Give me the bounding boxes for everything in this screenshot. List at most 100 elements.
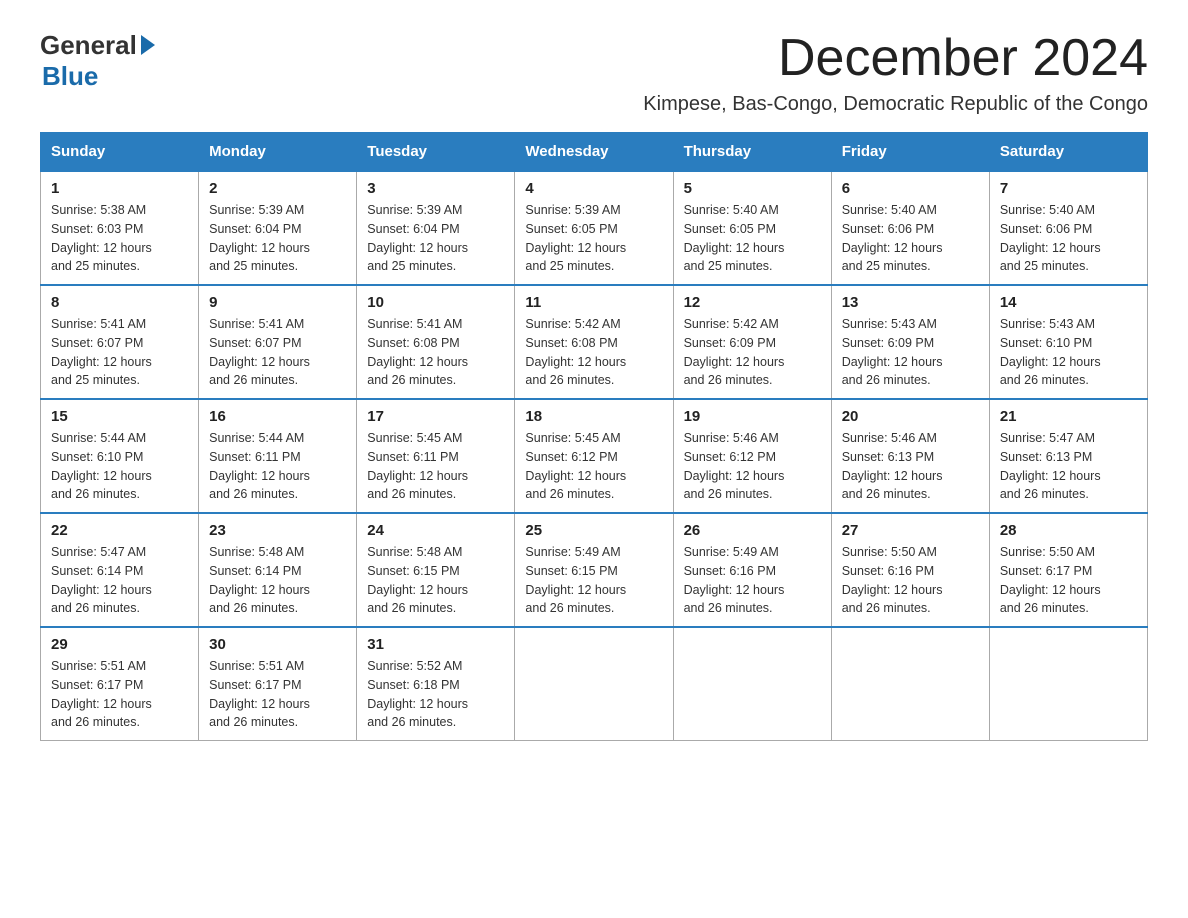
day-info: Sunrise: 5:45 AMSunset: 6:12 PMDaylight:…	[525, 431, 626, 501]
day-number: 19	[684, 408, 821, 425]
calendar-cell: 25 Sunrise: 5:49 AMSunset: 6:15 PMDaylig…	[515, 513, 673, 627]
header-sunday: Sunday	[41, 133, 199, 172]
day-number: 2	[209, 180, 346, 197]
calendar-cell: 11 Sunrise: 5:42 AMSunset: 6:08 PMDaylig…	[515, 285, 673, 399]
day-number: 15	[51, 408, 188, 425]
page-header: General Blue December 2024 Kimpese, Bas-…	[40, 30, 1148, 116]
day-info: Sunrise: 5:41 AMSunset: 6:08 PMDaylight:…	[367, 317, 468, 387]
day-info: Sunrise: 5:50 AMSunset: 6:17 PMDaylight:…	[1000, 545, 1101, 615]
logo-arrow-icon	[141, 35, 155, 55]
header-tuesday: Tuesday	[357, 133, 515, 172]
calendar-cell: 13 Sunrise: 5:43 AMSunset: 6:09 PMDaylig…	[831, 285, 989, 399]
calendar-cell: 7 Sunrise: 5:40 AMSunset: 6:06 PMDayligh…	[989, 171, 1147, 285]
calendar-cell: 15 Sunrise: 5:44 AMSunset: 6:10 PMDaylig…	[41, 399, 199, 513]
calendar-cell: 10 Sunrise: 5:41 AMSunset: 6:08 PMDaylig…	[357, 285, 515, 399]
header-monday: Monday	[199, 133, 357, 172]
day-number: 10	[367, 294, 504, 311]
day-number: 26	[684, 522, 821, 539]
day-info: Sunrise: 5:42 AMSunset: 6:08 PMDaylight:…	[525, 317, 626, 387]
day-number: 12	[684, 294, 821, 311]
calendar-cell: 17 Sunrise: 5:45 AMSunset: 6:11 PMDaylig…	[357, 399, 515, 513]
day-number: 18	[525, 408, 662, 425]
day-number: 20	[842, 408, 979, 425]
day-number: 17	[367, 408, 504, 425]
header-saturday: Saturday	[989, 133, 1147, 172]
logo-blue-text: Blue	[42, 61, 98, 92]
day-info: Sunrise: 5:48 AMSunset: 6:14 PMDaylight:…	[209, 545, 310, 615]
day-info: Sunrise: 5:47 AMSunset: 6:13 PMDaylight:…	[1000, 431, 1101, 501]
day-info: Sunrise: 5:38 AMSunset: 6:03 PMDaylight:…	[51, 203, 152, 273]
calendar-cell: 31 Sunrise: 5:52 AMSunset: 6:18 PMDaylig…	[357, 627, 515, 741]
calendar-cell: 21 Sunrise: 5:47 AMSunset: 6:13 PMDaylig…	[989, 399, 1147, 513]
day-info: Sunrise: 5:40 AMSunset: 6:06 PMDaylight:…	[1000, 203, 1101, 273]
day-number: 24	[367, 522, 504, 539]
calendar-cell: 1 Sunrise: 5:38 AMSunset: 6:03 PMDayligh…	[41, 171, 199, 285]
calendar-cell: 12 Sunrise: 5:42 AMSunset: 6:09 PMDaylig…	[673, 285, 831, 399]
calendar-cell: 27 Sunrise: 5:50 AMSunset: 6:16 PMDaylig…	[831, 513, 989, 627]
day-number: 29	[51, 636, 188, 653]
logo-general-text: General	[40, 30, 137, 61]
title-section: December 2024 Kimpese, Bas-Congo, Democr…	[643, 30, 1148, 116]
day-number: 5	[684, 180, 821, 197]
day-info: Sunrise: 5:52 AMSunset: 6:18 PMDaylight:…	[367, 659, 468, 729]
day-info: Sunrise: 5:41 AMSunset: 6:07 PMDaylight:…	[209, 317, 310, 387]
day-number: 11	[525, 294, 662, 311]
day-number: 28	[1000, 522, 1137, 539]
day-info: Sunrise: 5:41 AMSunset: 6:07 PMDaylight:…	[51, 317, 152, 387]
day-info: Sunrise: 5:44 AMSunset: 6:11 PMDaylight:…	[209, 431, 310, 501]
day-number: 3	[367, 180, 504, 197]
day-info: Sunrise: 5:51 AMSunset: 6:17 PMDaylight:…	[51, 659, 152, 729]
day-info: Sunrise: 5:49 AMSunset: 6:15 PMDaylight:…	[525, 545, 626, 615]
day-info: Sunrise: 5:47 AMSunset: 6:14 PMDaylight:…	[51, 545, 152, 615]
day-number: 14	[1000, 294, 1137, 311]
calendar-cell: 9 Sunrise: 5:41 AMSunset: 6:07 PMDayligh…	[199, 285, 357, 399]
calendar-cell: 26 Sunrise: 5:49 AMSunset: 6:16 PMDaylig…	[673, 513, 831, 627]
header-thursday: Thursday	[673, 133, 831, 172]
calendar-cell: 8 Sunrise: 5:41 AMSunset: 6:07 PMDayligh…	[41, 285, 199, 399]
day-info: Sunrise: 5:50 AMSunset: 6:16 PMDaylight:…	[842, 545, 943, 615]
day-number: 21	[1000, 408, 1137, 425]
day-info: Sunrise: 5:39 AMSunset: 6:04 PMDaylight:…	[209, 203, 310, 273]
day-number: 31	[367, 636, 504, 653]
calendar-cell: 20 Sunrise: 5:46 AMSunset: 6:13 PMDaylig…	[831, 399, 989, 513]
header-friday: Friday	[831, 133, 989, 172]
calendar-cell	[989, 627, 1147, 741]
day-info: Sunrise: 5:43 AMSunset: 6:09 PMDaylight:…	[842, 317, 943, 387]
calendar-cell: 14 Sunrise: 5:43 AMSunset: 6:10 PMDaylig…	[989, 285, 1147, 399]
day-info: Sunrise: 5:43 AMSunset: 6:10 PMDaylight:…	[1000, 317, 1101, 387]
day-number: 22	[51, 522, 188, 539]
day-info: Sunrise: 5:51 AMSunset: 6:17 PMDaylight:…	[209, 659, 310, 729]
day-number: 30	[209, 636, 346, 653]
calendar-cell: 3 Sunrise: 5:39 AMSunset: 6:04 PMDayligh…	[357, 171, 515, 285]
calendar-cell	[515, 627, 673, 741]
calendar-cell: 30 Sunrise: 5:51 AMSunset: 6:17 PMDaylig…	[199, 627, 357, 741]
day-info: Sunrise: 5:39 AMSunset: 6:05 PMDaylight:…	[525, 203, 626, 273]
calendar-week-row: 8 Sunrise: 5:41 AMSunset: 6:07 PMDayligh…	[41, 285, 1148, 399]
day-number: 9	[209, 294, 346, 311]
calendar-week-row: 1 Sunrise: 5:38 AMSunset: 6:03 PMDayligh…	[41, 171, 1148, 285]
calendar-cell: 6 Sunrise: 5:40 AMSunset: 6:06 PMDayligh…	[831, 171, 989, 285]
main-title: December 2024	[643, 30, 1148, 87]
day-number: 7	[1000, 180, 1137, 197]
calendar-cell	[831, 627, 989, 741]
calendar-cell: 2 Sunrise: 5:39 AMSunset: 6:04 PMDayligh…	[199, 171, 357, 285]
calendar-header-row: Sunday Monday Tuesday Wednesday Thursday…	[41, 133, 1148, 172]
day-info: Sunrise: 5:44 AMSunset: 6:10 PMDaylight:…	[51, 431, 152, 501]
calendar-week-row: 15 Sunrise: 5:44 AMSunset: 6:10 PMDaylig…	[41, 399, 1148, 513]
calendar-cell: 23 Sunrise: 5:48 AMSunset: 6:14 PMDaylig…	[199, 513, 357, 627]
day-number: 13	[842, 294, 979, 311]
calendar-cell: 18 Sunrise: 5:45 AMSunset: 6:12 PMDaylig…	[515, 399, 673, 513]
calendar-cell: 24 Sunrise: 5:48 AMSunset: 6:15 PMDaylig…	[357, 513, 515, 627]
day-info: Sunrise: 5:39 AMSunset: 6:04 PMDaylight:…	[367, 203, 468, 273]
day-info: Sunrise: 5:49 AMSunset: 6:16 PMDaylight:…	[684, 545, 785, 615]
day-info: Sunrise: 5:48 AMSunset: 6:15 PMDaylight:…	[367, 545, 468, 615]
day-info: Sunrise: 5:45 AMSunset: 6:11 PMDaylight:…	[367, 431, 468, 501]
header-wednesday: Wednesday	[515, 133, 673, 172]
day-info: Sunrise: 5:40 AMSunset: 6:06 PMDaylight:…	[842, 203, 943, 273]
day-info: Sunrise: 5:42 AMSunset: 6:09 PMDaylight:…	[684, 317, 785, 387]
day-number: 16	[209, 408, 346, 425]
day-info: Sunrise: 5:46 AMSunset: 6:12 PMDaylight:…	[684, 431, 785, 501]
day-number: 4	[525, 180, 662, 197]
day-number: 1	[51, 180, 188, 197]
calendar-cell: 16 Sunrise: 5:44 AMSunset: 6:11 PMDaylig…	[199, 399, 357, 513]
